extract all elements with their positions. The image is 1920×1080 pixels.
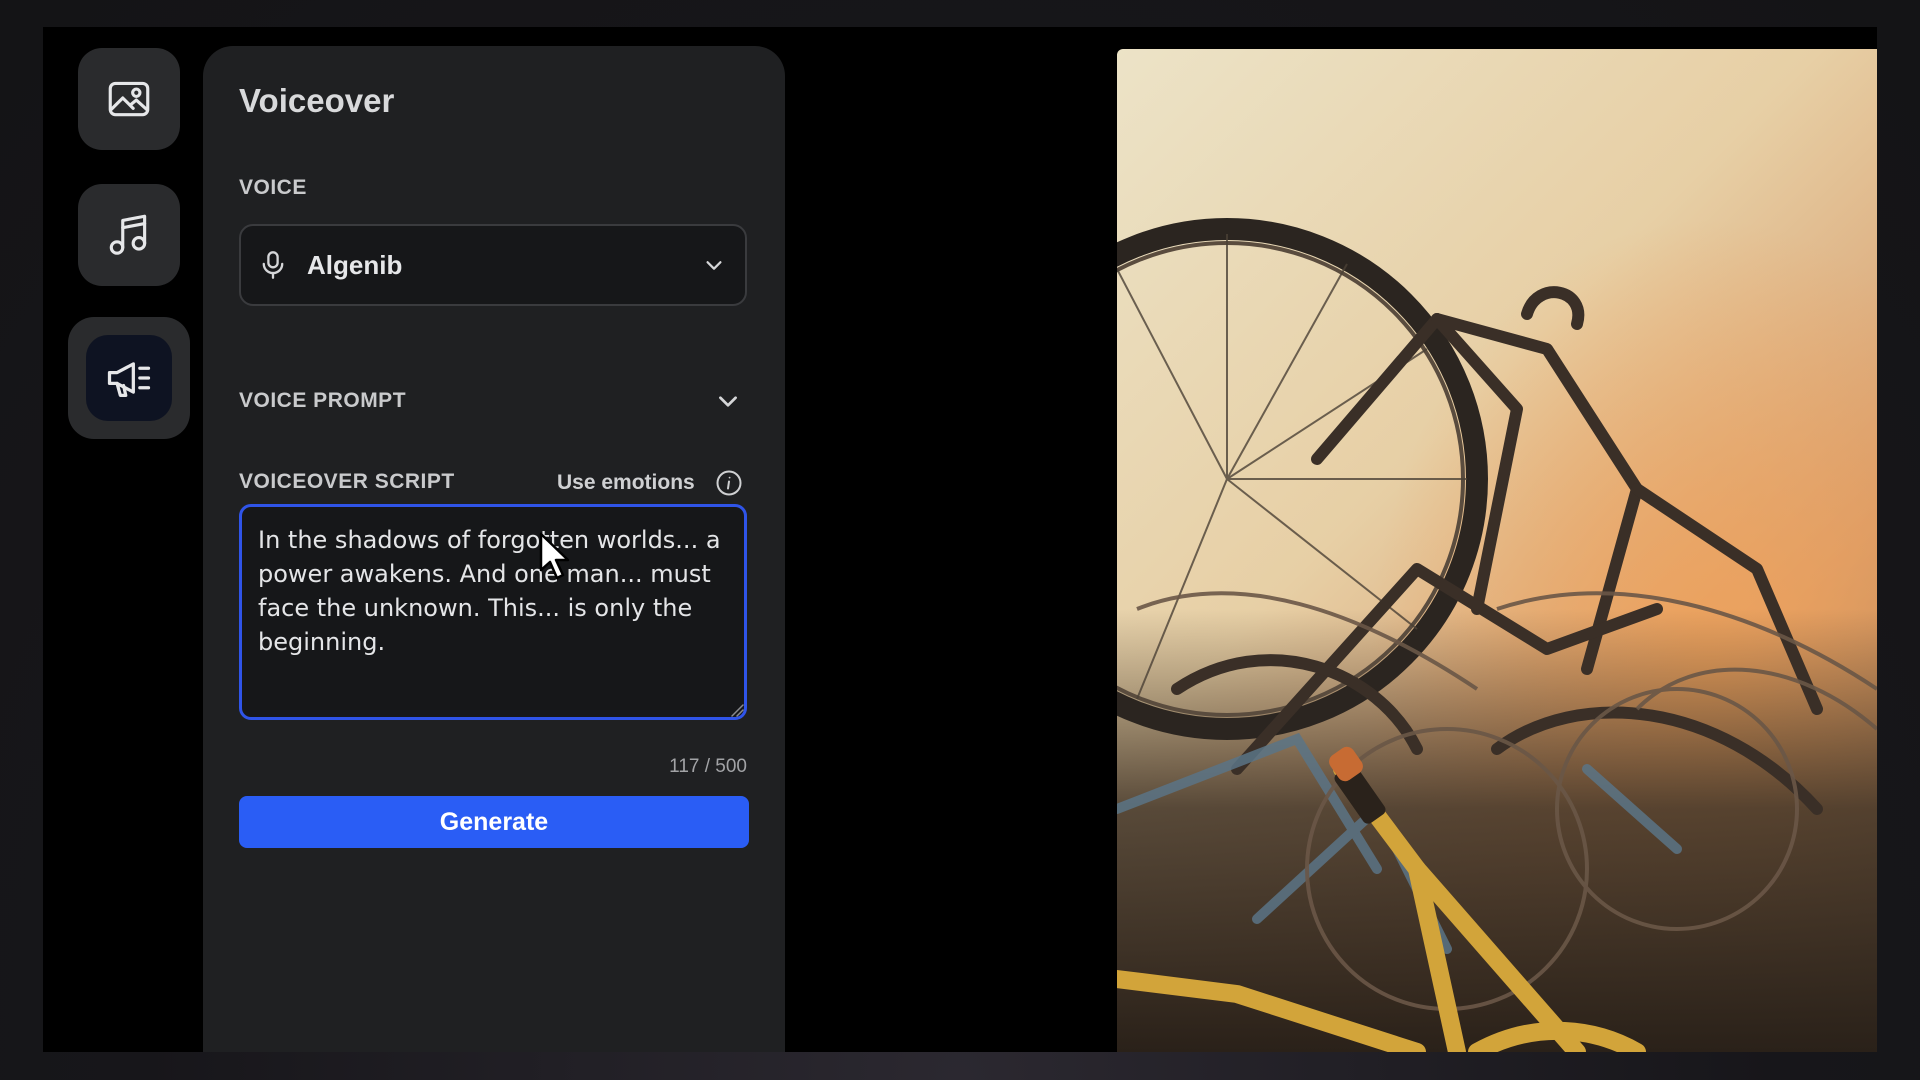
voice-select-value: Algenib	[307, 249, 403, 280]
info-icon[interactable]	[715, 469, 743, 497]
mouse-pointer-icon	[539, 532, 570, 580]
panel-title: Voiceover	[239, 82, 395, 119]
voice-select[interactable]: Algenib	[239, 224, 747, 306]
microphone-icon	[262, 251, 284, 279]
voice-prompt-toggle[interactable]: VOICE PROMPT	[239, 382, 747, 420]
voice-prompt-label: VOICE PROMPT	[239, 389, 407, 412]
voiceover-panel: Voiceover VOICE Algenib VOICE PROMPT VOI…	[203, 46, 785, 1052]
image-tool-button[interactable]	[78, 48, 180, 150]
chevron-down-icon	[719, 396, 737, 407]
voiceover-script-input[interactable]: In the shadows of forgotten worlds... a …	[239, 504, 747, 720]
resize-handle-icon[interactable]	[730, 703, 744, 717]
use-emotions-label: Use emotions	[557, 471, 695, 494]
image-icon	[108, 81, 150, 117]
use-emotions-toggle[interactable]: Use emotions	[557, 469, 743, 497]
bicycle-pile-illustration	[1117, 49, 1877, 1052]
voice-label: VOICE	[239, 176, 307, 199]
app-window: Voiceover VOICE Algenib VOICE PROMPT VOI…	[43, 27, 1877, 1052]
megaphone-icon	[107, 362, 151, 397]
video-preview-image	[1117, 49, 1877, 1052]
voiceover-script-label: VOICEOVER SCRIPT	[239, 470, 455, 493]
voiceover-tool-button-inner	[86, 335, 172, 421]
music-note-icon	[109, 214, 147, 255]
music-tool-button[interactable]	[78, 184, 180, 286]
chevron-down-icon	[706, 261, 722, 270]
voiceover-tool-button[interactable]	[68, 317, 190, 439]
character-counter: 117 / 500	[669, 756, 747, 777]
generate-button[interactable]: Generate	[239, 796, 749, 848]
